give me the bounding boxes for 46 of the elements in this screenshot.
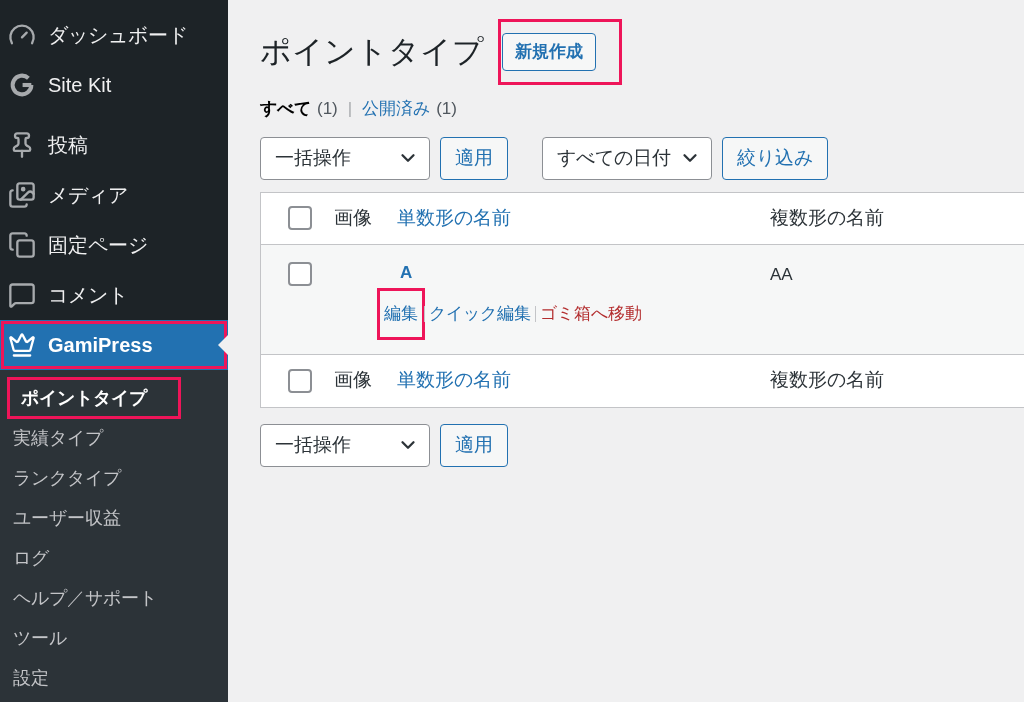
page-title: ポイントタイプ [260, 32, 484, 71]
submenu-item[interactable]: 実績タイプ [0, 418, 228, 458]
menu-item[interactable]: GamiPress [0, 320, 228, 370]
filter-button[interactable]: 絞り込み [722, 136, 828, 180]
apply-button[interactable]: 適用 [440, 423, 508, 467]
apply-button[interactable]: 適用 [440, 136, 508, 180]
menu-item[interactable]: 固定ページ [0, 220, 228, 270]
submenu-item[interactable]: 設定 [0, 658, 228, 698]
checkbox[interactable] [287, 368, 312, 393]
sort-link[interactable]: 単数形の名前 [397, 203, 770, 233]
title-link[interactable]: A [397, 259, 770, 285]
crown-icon [8, 331, 36, 359]
menu-item[interactable]: コメント [0, 270, 228, 320]
view-link[interactable]: すべて (1) [260, 96, 338, 122]
bulk-action-select[interactable]: 一括操作 [260, 423, 430, 467]
submenu-item[interactable]: ツール [0, 618, 228, 658]
date-filter-select[interactable]: すべての日付 [542, 136, 712, 180]
column-header: 画像 [334, 368, 373, 393]
add-new-button[interactable]: 新規作成 [502, 32, 596, 71]
current-pointer-icon [218, 335, 228, 355]
action-link[interactable]: クイック編集 [429, 301, 531, 327]
submenu-item[interactable]: ランクタイプ [0, 458, 228, 498]
column-header: 複数形の名前 [770, 205, 884, 230]
menu-item[interactable]: ダッシュボード [0, 10, 228, 60]
menu-item[interactable]: Site Kit [0, 60, 228, 110]
media-icon [8, 181, 36, 209]
submenu-item[interactable]: ヘルプ／サポート [0, 578, 228, 618]
view-link[interactable]: 公開済み (1) [362, 96, 457, 122]
column-header: 画像 [334, 205, 373, 230]
trash-link[interactable]: ゴミ箱へ移動 [540, 301, 642, 327]
menu-item[interactable]: 投稿 [0, 120, 228, 170]
pages-icon [8, 231, 36, 259]
menu-item[interactable]: メディア [0, 170, 228, 220]
bulk-action-select[interactable]: 一括操作 [260, 136, 430, 180]
table-cell-text: AA [770, 263, 793, 286]
column-header: 複数形の名前 [770, 368, 884, 393]
g-logo-icon [8, 71, 36, 99]
submenu-item[interactable]: ユーザー収益 [0, 498, 228, 538]
checkbox[interactable] [287, 261, 312, 286]
checkbox[interactable] [287, 206, 312, 230]
submenu-item[interactable]: ポイントタイプ [8, 378, 180, 418]
comment-icon [8, 281, 36, 309]
separator: | [347, 98, 353, 120]
submenu-item[interactable]: ログ [0, 538, 228, 578]
sort-link[interactable]: 単数形の名前 [397, 366, 770, 395]
action-link[interactable]: 編集 [380, 291, 422, 337]
